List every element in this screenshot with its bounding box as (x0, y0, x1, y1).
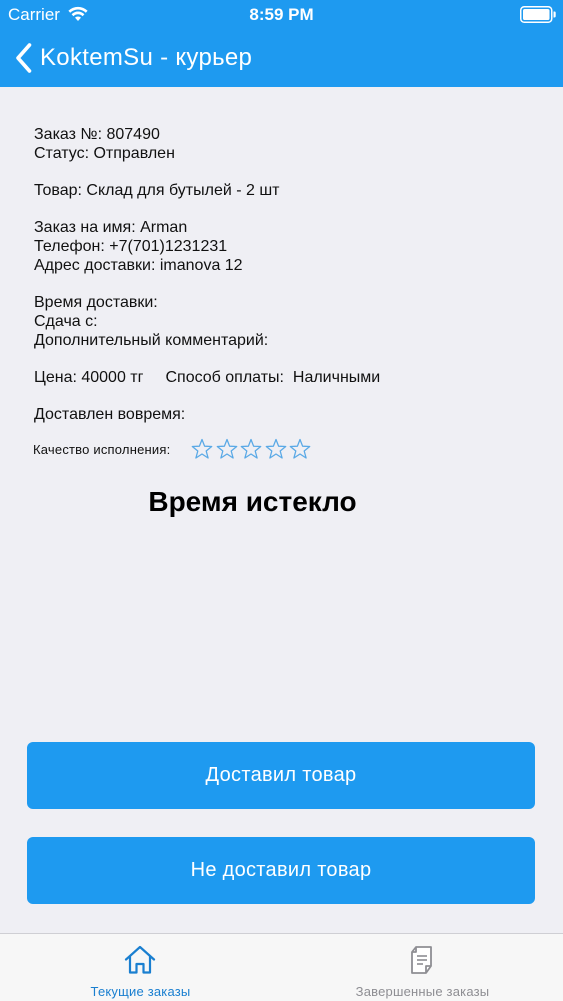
customer-name: Заказ на имя: Arman (34, 219, 188, 236)
star-icon-3[interactable] (239, 437, 263, 461)
star-icon-1[interactable] (190, 437, 214, 461)
document-icon (411, 946, 432, 974)
status-time: 8:59 PM (249, 5, 314, 24)
star-rating (190, 437, 313, 461)
tab-bar: Текущие заказы Завершенные заказы (0, 933, 563, 1001)
quality-label: Качество исполнения: (33, 441, 171, 457)
payment-method: Способ оплаты: Наличными (165, 369, 381, 386)
delivery-time: Время доставки: (34, 294, 158, 311)
change-from: Сдача с: (34, 313, 98, 330)
tab-current-orders[interactable]: Текущие заказы (0, 934, 281, 1001)
customer-phone: Телефон: +7(701)1231231 (34, 238, 228, 255)
delivery-address: Адрес доставки: imanova 12 (34, 257, 243, 274)
quality-rating: Качество исполнения: (33, 437, 313, 461)
delivered-button[interactable]: Доставил товар (27, 742, 535, 809)
status-bar: Carrier 8:59 PM (0, 0, 563, 30)
order-number: Заказ №: 807490 (34, 126, 160, 143)
additional-comment: Дополнительный комментарий: (34, 332, 269, 349)
star-icon-4[interactable] (264, 437, 288, 461)
order-status: Статус: Отправлен (34, 145, 175, 162)
star-icon-2[interactable] (215, 437, 239, 461)
home-icon (124, 945, 156, 974)
chevron-left-icon (16, 43, 32, 73)
navigation-bar: KoktemSu - курьер (0, 38, 563, 78)
back-button[interactable]: KoktemSu - курьер (14, 40, 252, 76)
price-payment-row: Цена: 40000 тг Способ оплаты: Наличными (34, 368, 534, 387)
nav-title: KoktemSu - курьер (40, 44, 253, 71)
star-icon-5[interactable] (288, 437, 312, 461)
order-details: Заказ №: 807490 Статус: Отправлен Товар:… (34, 125, 534, 424)
not-delivered-button[interactable]: Не доставил товар (27, 837, 535, 904)
order-product: Товар: Склад для бутылей - 2 шт (34, 182, 280, 199)
time-expired-message: Время истекло (148, 486, 357, 517)
order-price: Цена: 40000 тг (34, 369, 144, 386)
tab-completed-label: Завершенные заказы (355, 984, 490, 999)
battery-icon (520, 6, 556, 23)
delivered-on-time: Доставлен вовремя: (34, 406, 186, 423)
header: Carrier 8:59 PM KoktemSu - курьер (0, 0, 563, 87)
tab-completed-orders[interactable]: Завершенные заказы (282, 934, 563, 1001)
tab-current-label: Текущие заказы (90, 984, 191, 999)
